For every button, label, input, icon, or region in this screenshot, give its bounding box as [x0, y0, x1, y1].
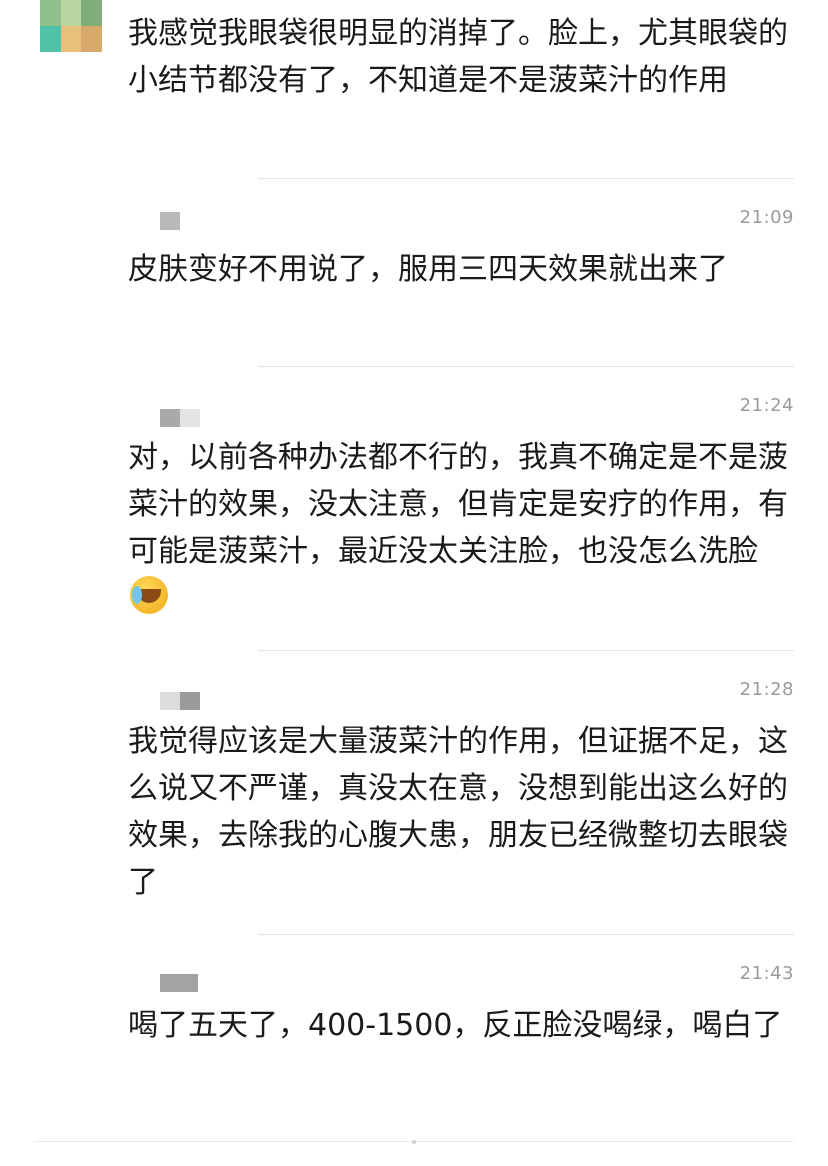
message-item: 喝了五天了，400-1500，反正脸没喝绿，喝白了 [128, 1002, 788, 1049]
message-time: 21:09 [739, 207, 794, 228]
divider [258, 934, 794, 935]
sender-name-blurred [160, 409, 180, 427]
message-time: 21:43 [739, 963, 794, 984]
message-time: 21:28 [739, 679, 794, 700]
sender-name-blurred [160, 974, 198, 992]
message-text: 皮肤变好不用说了，服用三四天效果就出来了 [128, 252, 728, 287]
message-item: 皮肤变好不用说了，服用三四天效果就出来了 [128, 246, 788, 293]
sender-name-blurred [160, 212, 180, 230]
crying-laughing-emoji-icon [130, 576, 168, 614]
message-item: 对，以前各种办法都不行的，我真不确定是不是菠菜汁的效果，没太注意，但肯定是安疗的… [128, 434, 788, 622]
message-time: 21:24 [739, 395, 794, 416]
sender-name-blurred [180, 692, 200, 710]
sender-name-blurred [180, 409, 200, 427]
divider [258, 178, 794, 179]
sender-name-blurred [160, 692, 180, 710]
message-item: 我觉得应该是大量菠菜汁的作用，但证据不足，这么说又不严谨，真没太在意，没想到能出… [128, 718, 788, 906]
message-text: 我觉得应该是大量菠菜汁的作用，但证据不足，这么说又不严谨，真没太在意，没想到能出… [128, 724, 788, 900]
message-text: 对，以前各种办法都不行的，我真不确定是不是菠菜汁的效果，没太注意，但肯定是安疗的… [128, 440, 788, 569]
page-indicator-dot [412, 1140, 416, 1144]
divider [258, 650, 794, 651]
divider [258, 366, 794, 367]
message-text: 喝了五天了，400-1500，反正脸没喝绿，喝白了 [128, 1008, 783, 1043]
avatar[interactable] [40, 0, 102, 52]
message-item: 我感觉我眼袋很明显的消掉了。脸上，尤其眼袋的小结节都没有了，不知道是不是菠菜汁的… [128, 10, 788, 104]
message-text: 我感觉我眼袋很明显的消掉了。脸上，尤其眼袋的小结节都没有了，不知道是不是菠菜汁的… [128, 16, 788, 98]
